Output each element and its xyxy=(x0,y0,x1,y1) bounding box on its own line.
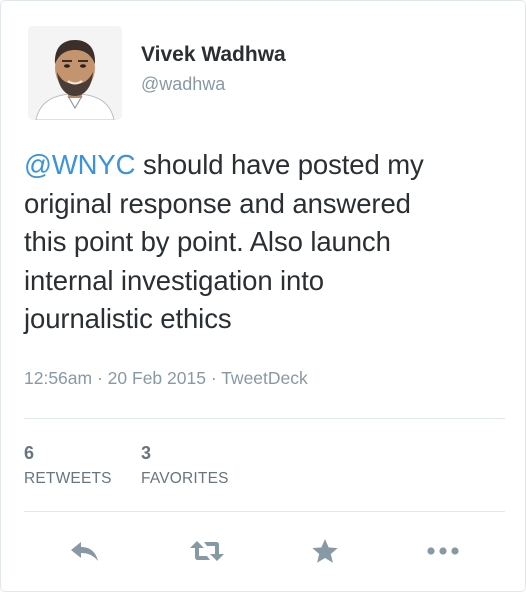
retweet-icon xyxy=(190,541,224,561)
reply-icon xyxy=(71,542,98,561)
retweets-stat[interactable]: 6 RETWEETS xyxy=(24,443,112,488)
reply-button[interactable] xyxy=(65,533,105,569)
retweet-button[interactable] xyxy=(187,533,227,569)
tweet-line-5: journalistic ethics xyxy=(24,303,232,334)
mention-link[interactable]: @WNYC xyxy=(24,149,136,180)
more-button[interactable] xyxy=(423,533,463,569)
divider-bottom xyxy=(24,511,505,512)
tweet-text: @WNYC should have posted my original res… xyxy=(24,146,504,339)
more-icon xyxy=(427,547,459,555)
tweet-line-2: original response and answered xyxy=(24,187,411,219)
retweets-count: 6 xyxy=(24,443,35,463)
divider-top xyxy=(24,418,505,419)
meta-separator: · xyxy=(92,368,108,388)
tweet-card: Vivek Wadhwa @wadhwa @WNYC should have p… xyxy=(0,0,526,592)
favorite-button[interactable] xyxy=(305,533,345,569)
author-name[interactable]: Vivek Wadhwa xyxy=(141,43,286,67)
tweet-metadata: 12:56am · 20 Feb 2015 · TweetDeck xyxy=(24,368,308,389)
tweet-line-3: this point by point. Also launch xyxy=(24,226,391,257)
tweet-time[interactable]: 12:56am xyxy=(24,368,92,388)
tweet-line-4: internal investigation into xyxy=(24,264,324,296)
meta-separator: · xyxy=(205,368,222,388)
star-icon xyxy=(312,539,338,563)
tweet-line-1-text: should have posted my xyxy=(135,149,424,180)
retweets-label: RETWEETS xyxy=(24,470,112,487)
tweet-line-1: @WNYC should have posted my xyxy=(24,146,504,185)
tweet-date[interactable]: 20 Feb 2015 xyxy=(108,368,206,388)
avatar-image xyxy=(28,26,122,120)
author-avatar[interactable] xyxy=(28,26,122,120)
tweet-source[interactable]: TweetDeck xyxy=(221,368,308,388)
author-handle[interactable]: @wadhwa xyxy=(141,74,225,95)
favorites-stat[interactable]: 3 FAVORITES xyxy=(141,443,229,488)
favorites-label: FAVORITES xyxy=(141,470,229,487)
favorites-count: 3 xyxy=(141,443,152,463)
